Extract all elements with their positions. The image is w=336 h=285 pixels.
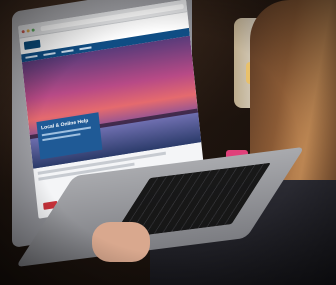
site-logo bbox=[23, 39, 41, 50]
window-minimize-icon bbox=[26, 28, 30, 33]
nav-item bbox=[25, 54, 38, 59]
nav-item bbox=[79, 46, 92, 51]
person-hand-left bbox=[92, 222, 150, 262]
window-maximize-icon bbox=[31, 27, 35, 32]
photo-scene: Local & Online Help bbox=[0, 0, 336, 285]
nav-item bbox=[61, 49, 74, 54]
nav-item bbox=[43, 52, 56, 56]
window-close-icon bbox=[21, 29, 25, 33]
